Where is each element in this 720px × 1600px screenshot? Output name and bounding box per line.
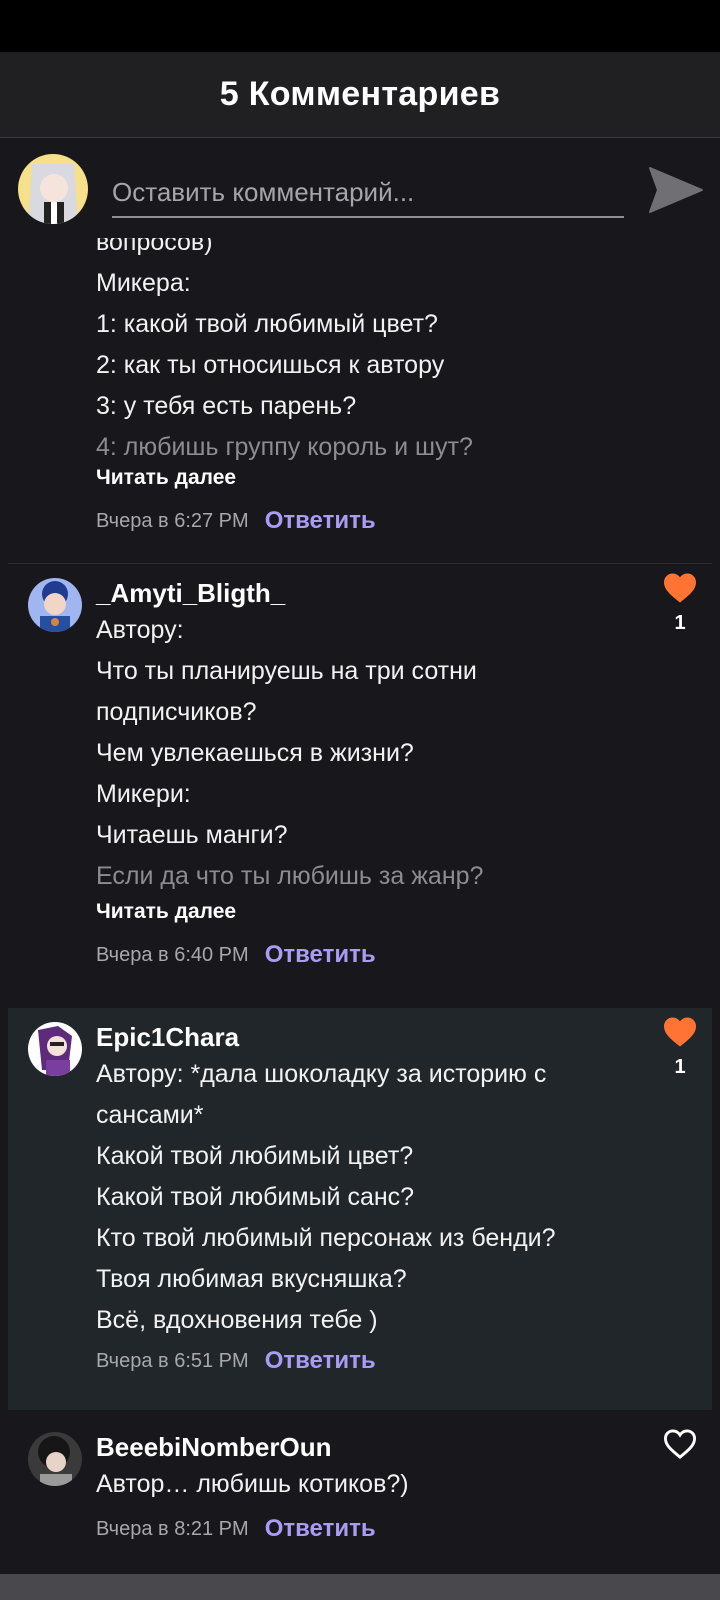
reply-button[interactable]: Ответить: [265, 941, 376, 969]
comment-line: Что ты планируешь на три сотни: [96, 657, 477, 685]
page-title: 5 Комментариев: [219, 75, 501, 113]
user-avatar[interactable]: [18, 154, 88, 224]
reply-button[interactable]: Ответить: [265, 1347, 376, 1375]
comment-line: Если да что ты любишь за жанр?: [96, 862, 484, 890]
comment-line: сансами*: [96, 1101, 204, 1129]
comment-line: Всё, вдохновения тебе ): [96, 1306, 378, 1334]
avatar[interactable]: [28, 1432, 82, 1486]
comment-line: 2: как ты относишься к автору: [96, 351, 445, 379]
heart-filled-icon[interactable]: [662, 1016, 698, 1048]
reply-button[interactable]: Ответить: [265, 507, 376, 535]
comment-line: Какой твой любимый санс?: [96, 1183, 415, 1211]
timestamp: Вчера в 6:51 PM: [96, 1349, 249, 1372]
like-count: 1: [674, 1056, 686, 1078]
read-more-link[interactable]: Читать далее: [96, 466, 236, 490]
comment-line: Какой твой любимый цвет?: [96, 1142, 414, 1170]
comment-item: вопросов) Микера: 1: какой твой любимый …: [8, 200, 712, 553]
comment-input[interactable]: [112, 168, 624, 218]
comment-line: Кто твой любимый персонаж из бенди?: [96, 1224, 556, 1252]
comment-line: Микери:: [96, 780, 191, 808]
comment-text: вопросов) Микера: 1: какой твой любимый …: [96, 222, 616, 468]
timestamp: Вчера в 8:21 PM: [96, 1517, 249, 1540]
comment-line: Микера:: [96, 269, 191, 297]
comment-line: Автору:: [96, 616, 184, 644]
comment-line: 1: какой твой любимый цвет?: [96, 310, 438, 338]
comment-item: BeeebiNomberOun Автор… любишь котиков?) …: [8, 1418, 712, 1568]
comment-meta: Вчера в 6:40 PM Ответить: [96, 940, 376, 970]
comment-line: подписчиков?: [96, 698, 257, 726]
avatar[interactable]: [28, 578, 82, 632]
username[interactable]: BeeebiNomberOun: [96, 1432, 332, 1463]
heart-outline-icon[interactable]: [662, 1428, 698, 1460]
comment-line: 4: любишь группу король и шут?: [96, 433, 473, 461]
comment-line: Читаешь манги?: [96, 821, 288, 849]
username[interactable]: _Amyti_Bligth_: [96, 578, 285, 609]
avatar[interactable]: [28, 1022, 82, 1076]
comment-meta: Вчера в 8:21 PM Ответить: [96, 1514, 376, 1544]
header: 5 Комментариев: [0, 52, 720, 138]
timestamp: Вчера в 6:40 PM: [96, 943, 249, 966]
comment-text: Автору: *дала шоколадку за историю с сан…: [96, 1054, 616, 1341]
heart-filled-icon[interactable]: [662, 572, 698, 604]
comment-item-highlighted: Epic1Chara 1 Автору: *дала шоколадку за …: [8, 1008, 712, 1410]
comment-meta: Вчера в 6:27 PM Ответить: [96, 506, 376, 536]
status-bar: [0, 0, 720, 52]
username[interactable]: Epic1Chara: [96, 1022, 239, 1053]
send-icon[interactable]: [648, 164, 704, 216]
comment-meta: Вчера в 6:51 PM Ответить: [96, 1346, 376, 1376]
comment-line: 3: у тебя есть парень?: [96, 392, 357, 420]
reply-button[interactable]: Ответить: [265, 1515, 376, 1543]
navigation-bar: [0, 1574, 720, 1600]
comment-text: Автору: Что ты планируешь на три сотни п…: [96, 610, 616, 897]
comment-line: Чем увлекаешься в жизни?: [96, 739, 414, 767]
comment-composer: [0, 138, 720, 238]
timestamp: Вчера в 6:27 PM: [96, 509, 249, 532]
comment-line: Автору: *дала шоколадку за историю с: [96, 1060, 547, 1088]
read-more-link[interactable]: Читать далее: [96, 900, 236, 924]
comment-item: _Amyti_Bligth_ 1 Автору: Что ты планируе…: [8, 564, 712, 984]
like-count: 1: [674, 612, 686, 634]
comment-text: Автор… любишь котиков?): [96, 1464, 616, 1505]
comment-line: Твоя любимая вкусняшка?: [96, 1265, 407, 1293]
comment-line: Автор… любишь котиков?): [96, 1470, 409, 1498]
